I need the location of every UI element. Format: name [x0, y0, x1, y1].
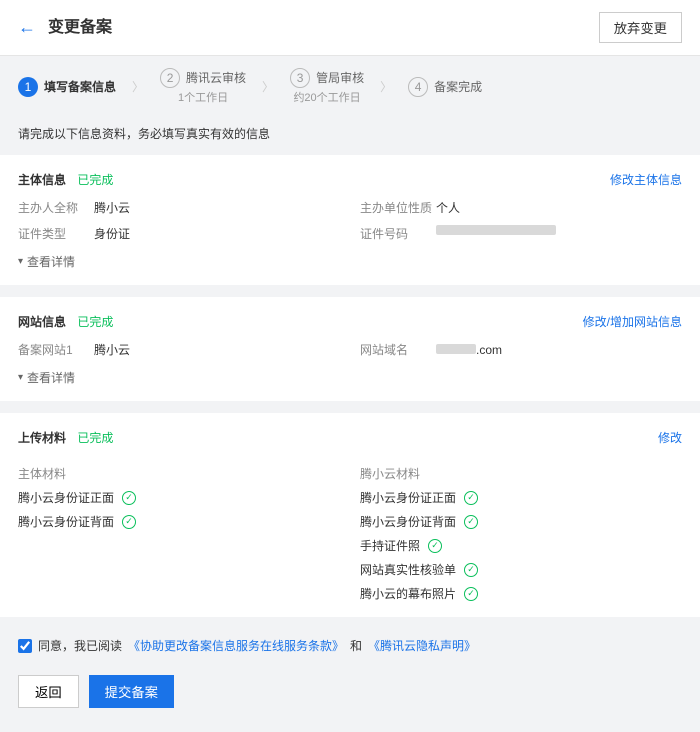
modify-upload-link[interactable]: 修改: [658, 429, 682, 447]
chevron-right-icon: 〉: [262, 78, 274, 96]
step-num: 2: [160, 68, 180, 88]
card-title: 网站信息: [18, 315, 66, 329]
check-item: 腾小云身份证背面 ✓: [360, 513, 682, 531]
status-badge: 已完成: [77, 431, 113, 445]
step-4: 4 备案完成: [408, 77, 482, 97]
field-label: 证件类型: [18, 225, 94, 243]
back-arrow-icon[interactable]: ←: [18, 14, 36, 41]
card-title: 上传材料: [18, 431, 66, 445]
field-value: 身份证: [94, 225, 130, 243]
chevron-right-icon: 〉: [132, 78, 144, 96]
terms-link[interactable]: 《协助更改备案信息服务在线服务条款》: [128, 637, 344, 655]
step-label: 填写备案信息: [44, 78, 116, 96]
field-label: 主办单位性质: [360, 199, 436, 217]
check-item: 腾小云的幕布照片 ✓: [360, 585, 682, 603]
agree-text: 同意，我已阅读: [38, 637, 122, 655]
check-item: 手持证件照 ✓: [360, 537, 682, 555]
check-label: 腾小云身份证背面: [360, 513, 456, 531]
step-num: 1: [18, 77, 38, 97]
check-ok-icon: ✓: [122, 515, 136, 529]
check-label: 腾小云身份证背面: [18, 513, 114, 531]
stepper: 1 填写备案信息 〉 2 腾讯云审核 1个工作日 〉 3 管局审核 约20个工作…: [0, 56, 700, 119]
back-button[interactable]: 返回: [18, 675, 79, 708]
field-value: .com: [476, 343, 502, 357]
modify-subject-link[interactable]: 修改主体信息: [610, 171, 682, 189]
step-label: 管局审核: [316, 69, 364, 87]
page-title: 变更备案: [48, 16, 112, 40]
field-value: 个人: [436, 199, 460, 217]
and-text: 和: [350, 637, 362, 655]
expand-subject[interactable]: 查看详情: [18, 253, 682, 271]
step-1: 1 填写备案信息: [18, 77, 116, 97]
check-label: 腾小云身份证正面: [360, 489, 456, 507]
upload-card: 上传材料 已完成 修改 主体材料 腾小云身份证正面 ✓ 腾小云身份证背面 ✓ 腾小云材…: [0, 413, 700, 617]
discard-button[interactable]: 放弃变更: [599, 12, 682, 43]
agree-checkbox[interactable]: [18, 639, 32, 653]
col-title: 主体材料: [18, 465, 340, 483]
card-title: 主体信息: [18, 173, 66, 187]
check-ok-icon: ✓: [464, 491, 478, 505]
field-value: 腾小云: [94, 341, 130, 359]
step-2: 2 腾讯云审核 1个工作日: [160, 68, 246, 107]
submit-button[interactable]: 提交备案: [89, 675, 174, 708]
check-ok-icon: ✓: [428, 539, 442, 553]
field-label: 证件号码: [360, 225, 436, 243]
step-label: 腾讯云审核: [186, 69, 246, 87]
check-ok-icon: ✓: [464, 587, 478, 601]
field-label: 备案网站1: [18, 341, 94, 359]
subject-card: 主体信息 已完成 修改主体信息 主办人全称腾小云 主办单位性质个人 证件类型身份…: [0, 155, 700, 285]
field-value: 腾小云: [94, 199, 130, 217]
check-label: 腾小云身份证正面: [18, 489, 114, 507]
check-label: 网站真实性核验单: [360, 561, 456, 579]
step-sub: 1个工作日: [178, 90, 228, 107]
col-title: 腾小云材料: [360, 465, 682, 483]
check-ok-icon: ✓: [464, 515, 478, 529]
step-num: 3: [290, 68, 310, 88]
step-num: 4: [408, 77, 428, 97]
check-item: 腾小云身份证背面 ✓: [18, 513, 340, 531]
chevron-right-icon: 〉: [380, 78, 392, 96]
check-label: 腾小云的幕布照片: [360, 585, 456, 603]
field-label: 主办人全称: [18, 199, 94, 217]
privacy-link[interactable]: 《腾讯云隐私声明》: [368, 637, 476, 655]
step-sub: 约20个工作日: [293, 90, 360, 107]
check-label: 手持证件照: [360, 537, 420, 555]
step-label: 备案完成: [434, 78, 482, 96]
status-badge: 已完成: [77, 315, 113, 329]
site-card: 网站信息 已完成 修改/增加网站信息 备案网站1腾小云 网站域名 .com 查看详…: [0, 297, 700, 401]
check-item: 网站真实性核验单 ✓: [360, 561, 682, 579]
check-item: 腾小云身份证正面 ✓: [18, 489, 340, 507]
expand-site[interactable]: 查看详情: [18, 369, 682, 387]
footer-actions: 返回 提交备案: [0, 663, 700, 732]
step-3: 3 管局审核 约20个工作日: [290, 68, 364, 107]
check-item: 腾小云身份证正面 ✓: [360, 489, 682, 507]
agreement-row: 同意，我已阅读 《协助更改备案信息服务在线服务条款》 和 《腾讯云隐私声明》: [0, 629, 700, 663]
masked-value: [436, 344, 476, 354]
status-badge: 已完成: [77, 173, 113, 187]
field-label: 网站域名: [360, 341, 436, 359]
modify-site-link[interactable]: 修改/增加网站信息: [583, 313, 682, 331]
form-notice: 请完成以下信息资料，务必填写真实有效的信息: [0, 119, 700, 155]
masked-value: [436, 225, 556, 235]
page-header: ← 变更备案 放弃变更: [0, 0, 700, 56]
check-ok-icon: ✓: [122, 491, 136, 505]
check-ok-icon: ✓: [464, 563, 478, 577]
